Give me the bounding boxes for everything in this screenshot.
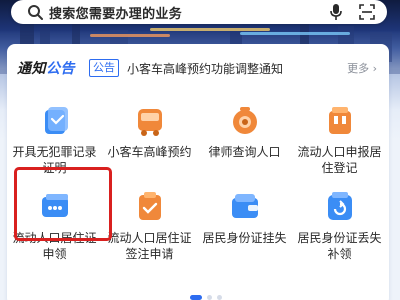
page-indicator	[190, 295, 222, 300]
selection-highlight-box	[14, 167, 112, 241]
notice-bar[interactable]: 通知公告 公告 小客车高峰预约功能调整通知 更多 ›	[17, 56, 379, 80]
service-label: 居民身份证挂失	[202, 231, 287, 245]
wallet-icon	[231, 194, 258, 218]
page-dot[interactable]	[207, 295, 212, 300]
search-placeholder[interactable]: 搜索您需要办理的业务	[49, 3, 182, 22]
service-label: 流动人口居住证签注申请	[107, 231, 192, 261]
service-label: 律师查询人口	[208, 145, 281, 159]
service-lawyer-query[interactable]: 律师查询人口	[197, 104, 292, 160]
microphone-icon[interactable]	[329, 3, 343, 21]
notice-headline[interactable]: 小客车高峰预约功能调整通知	[127, 60, 283, 77]
notice-tag-badge: 公告	[89, 59, 119, 77]
service-label: 流动人口申报居住登记	[297, 145, 382, 175]
service-no-criminal-record[interactable]: 开具无犯罪记录证明	[7, 104, 102, 176]
service-residence-register[interactable]: 流动人口申报居住登记	[292, 104, 387, 176]
notice-brand: 通知公告	[17, 61, 75, 77]
refresh-icon	[327, 192, 352, 220]
page-dot-active[interactable]	[190, 295, 202, 300]
building-icon	[328, 107, 351, 134]
services-card: 通知公告 公告 小客车高峰预约功能调整通知 更多 › 开具无犯罪记录证明 小客车…	[7, 44, 389, 300]
camera-icon	[232, 107, 257, 134]
search-bar[interactable]: 搜索您需要办理的业务	[11, 0, 387, 24]
service-residence-permit-endorse[interactable]: 流动人口居住证签注申请	[102, 190, 197, 262]
service-car-peak-booking[interactable]: 小客车高峰预约	[102, 104, 197, 160]
document-icon	[44, 107, 68, 134]
more-link[interactable]: 更多 ›	[347, 60, 377, 76]
search-icon	[28, 5, 43, 20]
page-dot[interactable]	[217, 295, 222, 300]
check-doc-icon	[138, 192, 161, 220]
scan-icon[interactable]	[359, 4, 375, 20]
service-id-card-report-loss[interactable]: 居民身份证挂失	[197, 190, 292, 246]
service-label: 居民身份证丢失补领	[297, 231, 382, 261]
service-id-card-reissue[interactable]: 居民身份证丢失补领	[292, 190, 387, 262]
bus-icon	[137, 109, 162, 136]
service-label: 小客车高峰预约	[107, 145, 192, 159]
